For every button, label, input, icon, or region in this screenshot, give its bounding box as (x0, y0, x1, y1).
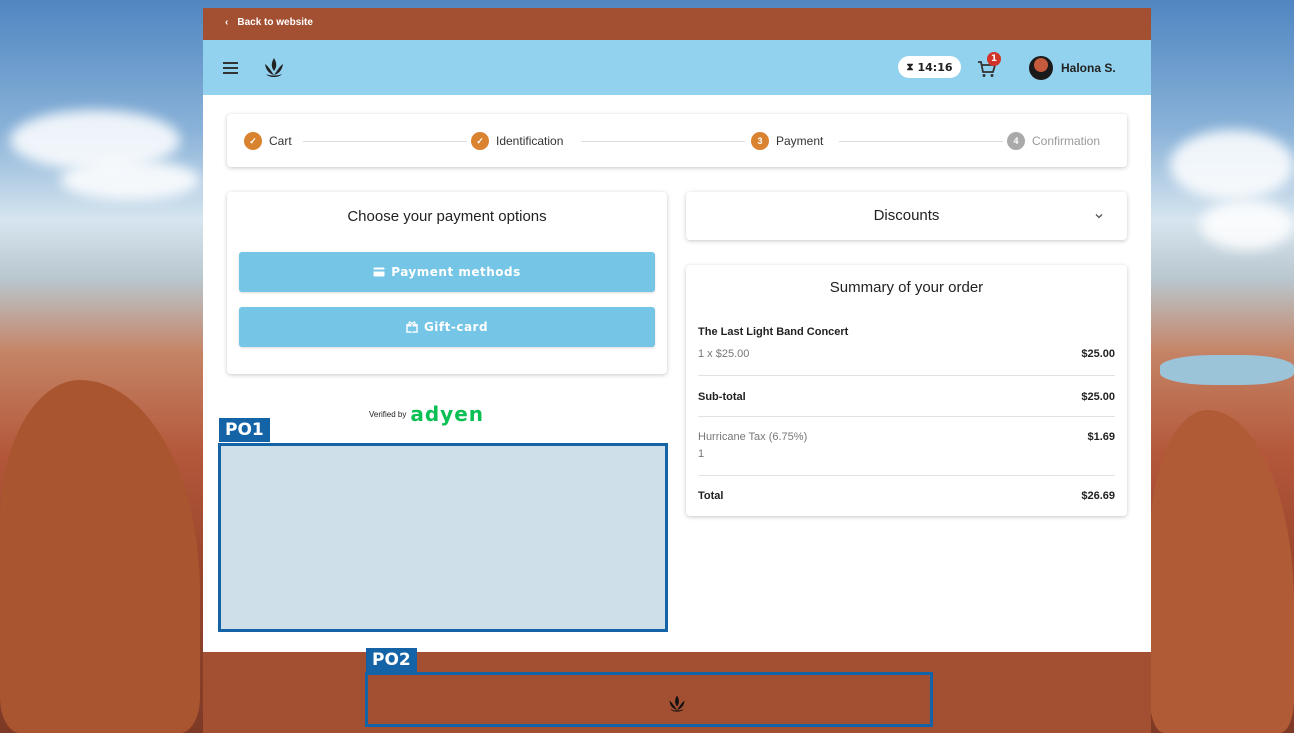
summary-divider (698, 375, 1115, 376)
payment-methods-label: Payment methods (391, 265, 521, 279)
summary-item-row: The Last Light Band Concert (698, 326, 1115, 338)
avatar[interactable] (1029, 56, 1053, 80)
tax-row: Hurricane Tax (6.75%) $1.69 (698, 431, 1115, 443)
payment-methods-button[interactable]: Payment methods (239, 252, 655, 292)
discounts-accordion[interactable]: Discounts (686, 192, 1127, 240)
step-divider (303, 141, 467, 142)
session-timer: ⧗ 14:16 (898, 56, 961, 78)
step-label: Confirmation (1032, 134, 1101, 148)
back-to-website-link[interactable]: ‹ Back to website (225, 17, 313, 28)
total-label: Total (698, 490, 724, 502)
tax-label: Hurricane Tax (6.75%) (698, 431, 808, 443)
gift-card-label: Gift-card (423, 320, 489, 334)
site-header: ⧗ 14:16 1 Halona S. (203, 40, 1151, 95)
user-name[interactable]: Halona S. (1061, 61, 1116, 75)
step-number: 4 (1007, 132, 1025, 150)
tax-sub-row: 1 (698, 448, 1115, 460)
tax-sub: 1 (698, 448, 705, 460)
gift-card-button[interactable]: Gift-card (239, 307, 655, 347)
total-value: $26.69 (1081, 490, 1115, 502)
step-label: Identification (496, 134, 564, 148)
payment-options-title: Choose your payment options (347, 208, 547, 225)
step-label: Cart (269, 134, 292, 148)
step-number: 3 (751, 132, 769, 150)
summary-divider (698, 475, 1115, 476)
chevron-down-icon[interactable] (1093, 210, 1105, 222)
top-bar: ‹ Back to website (203, 8, 1151, 40)
timer-value: 14:16 (917, 60, 953, 74)
item-name: The Last Light Band Concert (698, 326, 849, 338)
summary-item-qty-row: 1 x $25.00 $25.00 (698, 348, 1115, 360)
order-summary-title: Summary of your order (829, 279, 984, 296)
placeholder-po1 (218, 443, 668, 632)
verified-by-text: Verified by (369, 409, 407, 419)
subtotal-row: Sub-total $25.00 (698, 391, 1115, 403)
verified-by-adyen: Verified by adyen (369, 402, 484, 426)
step-confirmation: 4 Confirmation (1007, 132, 1100, 150)
cart-count-badge: 1 (987, 52, 1001, 66)
step-divider (839, 141, 1003, 142)
order-summary-card: Summary of your order The Last Light Ban… (686, 265, 1127, 516)
menu-icon[interactable] (223, 62, 238, 74)
subtotal-value: $25.00 (1081, 391, 1115, 403)
check-icon: ✓ (471, 132, 489, 150)
placeholder-po1-label: PO1 (219, 418, 270, 442)
payment-options-card: Choose your payment options Payment meth… (227, 192, 667, 374)
summary-divider (698, 416, 1115, 417)
gift-icon (406, 321, 418, 333)
step-cart[interactable]: ✓ Cart (244, 132, 292, 150)
hourglass-icon: ⧗ (906, 61, 914, 73)
chevron-left-icon: ‹ (225, 17, 229, 28)
item-price: $25.00 (1081, 348, 1115, 360)
placeholder-po2 (365, 672, 933, 727)
credit-card-icon (373, 267, 386, 277)
check-icon: ✓ (244, 132, 262, 150)
step-divider (581, 141, 745, 142)
item-qty: 1 x $25.00 (698, 348, 750, 360)
placeholder-po2-label: PO2 (366, 648, 417, 672)
adyen-logo: adyen (410, 402, 485, 426)
step-payment[interactable]: 3 Payment (751, 132, 823, 150)
total-row: Total $26.69 (698, 490, 1115, 502)
subtotal-label: Sub-total (698, 391, 746, 403)
tax-value: $1.69 (1087, 431, 1115, 443)
step-identification[interactable]: ✓ Identification (471, 132, 563, 150)
step-label: Payment (776, 134, 824, 148)
discounts-title: Discounts (873, 207, 940, 224)
back-link-label: Back to website (237, 17, 313, 28)
lotus-logo-icon[interactable] (261, 55, 287, 81)
checkout-stepper: ✓ Cart ✓ Identification 3 Payment 4 Conf… (227, 114, 1127, 167)
